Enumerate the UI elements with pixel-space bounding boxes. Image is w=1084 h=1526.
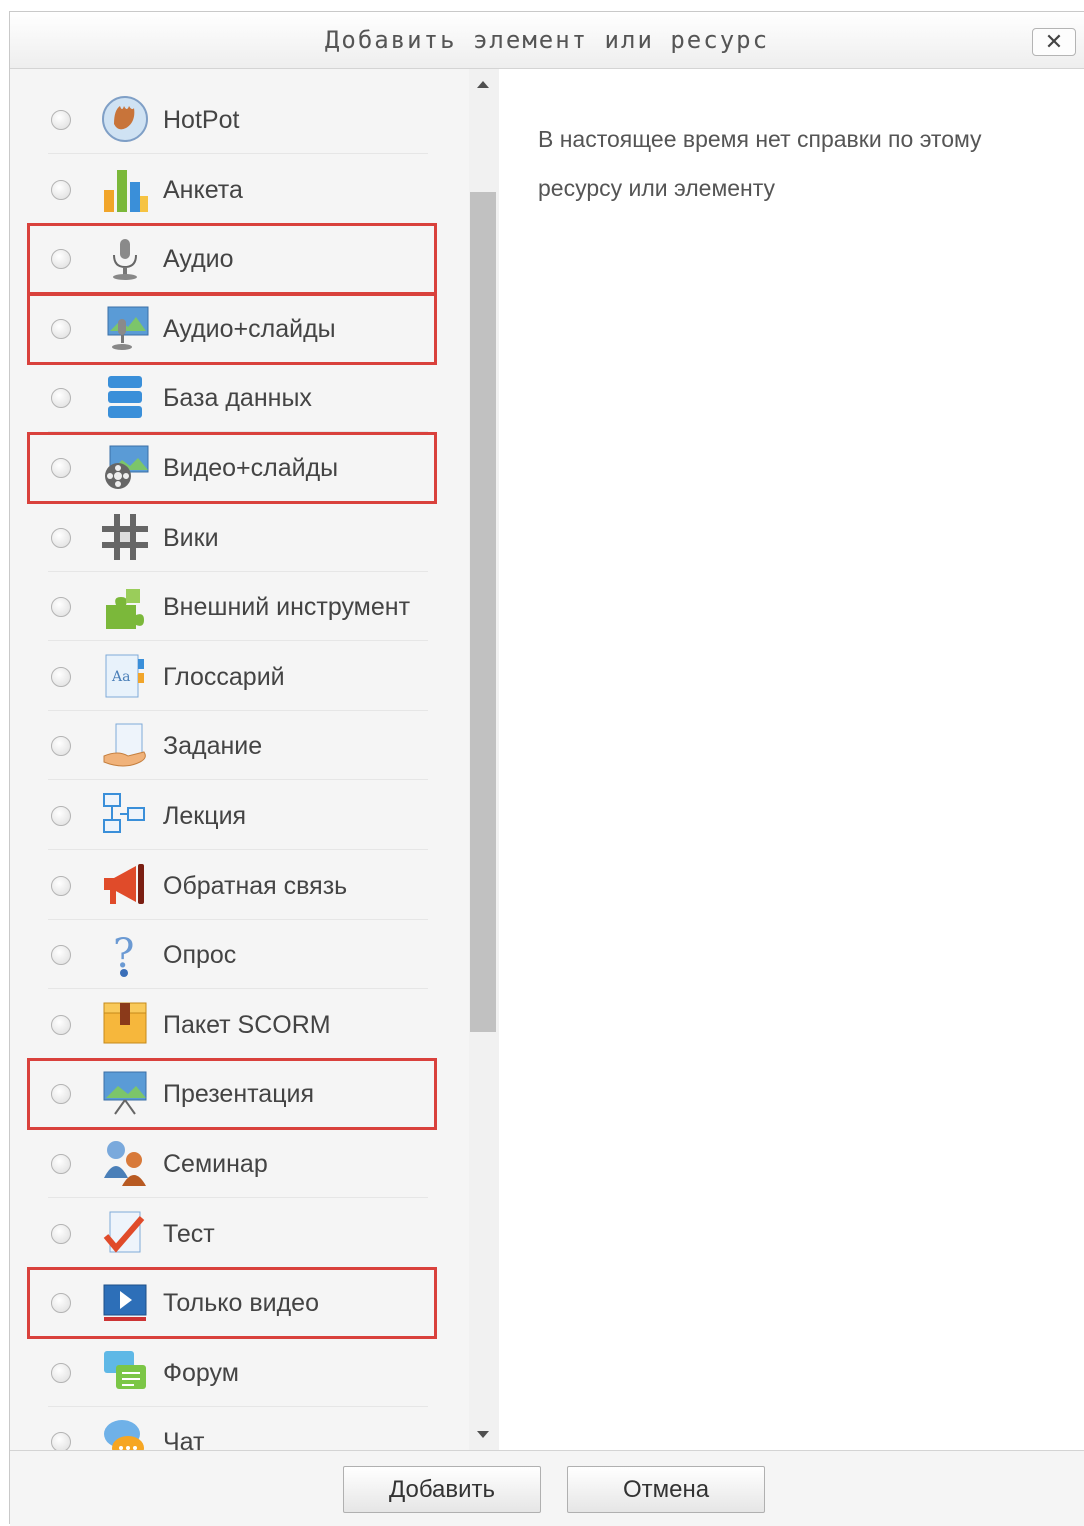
highlight-box <box>27 432 437 504</box>
radio-button[interactable] <box>51 1015 71 1035</box>
scrollbar-thumb[interactable] <box>470 192 496 1032</box>
radio-button[interactable] <box>51 388 71 408</box>
highlight-box <box>27 1267 437 1339</box>
list-item-label: Пакет SCORM <box>163 1011 331 1039</box>
highlight-box <box>27 1058 437 1130</box>
list-item-label: Обратная связь <box>163 872 348 900</box>
radio-button[interactable] <box>51 876 71 896</box>
radio-button[interactable] <box>51 736 71 756</box>
list-item-label: Анкета <box>163 176 243 204</box>
quiz-checkmark-icon <box>100 1208 150 1258</box>
list-item[interactable]: База данных <box>48 364 428 432</box>
list-item[interactable]: Внешний инструмент <box>48 573 428 641</box>
list-item-label: Глоссарий <box>163 663 285 691</box>
list-item-label: Форум <box>163 1359 239 1387</box>
help-text: В настоящее время нет справки по этому р… <box>538 126 982 201</box>
list-item[interactable]: Анкета <box>48 156 428 224</box>
radio-button[interactable] <box>51 1432 71 1450</box>
list-scrollbar[interactable] <box>469 69 499 1450</box>
help-panel: В настоящее время нет справки по этому р… <box>500 69 1084 1450</box>
divider <box>48 849 428 850</box>
list-item-label: Лекция <box>163 802 247 830</box>
radio-button[interactable] <box>51 1224 71 1244</box>
radio-button[interactable] <box>51 528 71 548</box>
wiki-hash-icon <box>100 512 150 562</box>
divider <box>48 710 428 711</box>
divider <box>48 640 428 641</box>
list-item-label: Опрос <box>163 941 237 969</box>
list-item-label: Семинар <box>163 1150 268 1178</box>
list-item[interactable]: Тест <box>48 1200 428 1268</box>
scroll-up-arrow-icon[interactable] <box>477 81 489 88</box>
divider <box>48 571 428 572</box>
puzzle-piece-icon <box>100 581 150 631</box>
cancel-button[interactable]: Отмена <box>567 1466 765 1513</box>
dialog-footer: Добавить Отмена <box>10 1450 1084 1526</box>
list-item[interactable]: Лекция <box>48 782 428 850</box>
close-icon: ✕ <box>1044 29 1064 54</box>
question-mark-icon: ? <box>100 929 150 979</box>
list-item[interactable]: Семинар <box>48 1130 428 1198</box>
divider <box>48 1197 428 1198</box>
svg-text:Aa: Aa <box>111 669 130 685</box>
radio-button[interactable] <box>51 806 71 826</box>
radio-button[interactable] <box>51 110 71 130</box>
list-item-label: Вики <box>163 524 219 552</box>
assignment-hand-icon <box>100 720 150 770</box>
list-item[interactable]: Задание <box>48 712 428 780</box>
scroll-down-arrow-icon[interactable] <box>477 1431 489 1438</box>
divider <box>48 1406 428 1407</box>
close-button[interactable]: ✕ <box>1032 28 1076 56</box>
dialog-title: Добавить элемент или ресурс <box>324 26 770 54</box>
scorm-package-icon <box>100 999 150 1049</box>
radio-button[interactable] <box>51 1154 71 1174</box>
radio-button[interactable] <box>51 667 71 687</box>
list-item[interactable]: Aa Глоссарий <box>48 643 428 711</box>
glossary-book-icon: Aa <box>100 651 150 701</box>
divider <box>48 919 428 920</box>
radio-button[interactable] <box>51 180 71 200</box>
list-item-label: Внешний инструмент <box>163 593 411 621</box>
list-item-label: HotPot <box>163 106 240 134</box>
hotpot-hand-icon <box>100 94 150 144</box>
list-item-label: База данных <box>163 384 312 412</box>
survey-bar-chart-icon <box>100 164 150 214</box>
list-item-label: Задание <box>163 732 263 760</box>
megaphone-icon <box>100 860 150 910</box>
database-icon <box>100 372 150 422</box>
add-activity-dialog: Добавить элемент или ресурс ✕ HotPot Анке… <box>9 11 1084 1526</box>
forum-bubbles-icon <box>100 1347 150 1397</box>
add-button[interactable]: Добавить <box>343 1466 541 1513</box>
radio-button[interactable] <box>51 1363 71 1383</box>
list-item[interactable]: Форум <box>48 1339 428 1407</box>
workshop-people-icon <box>100 1138 150 1188</box>
list-item[interactable]: ? Опрос <box>48 921 428 989</box>
divider <box>48 153 428 154</box>
list-item[interactable]: Обратная связь <box>48 852 428 920</box>
list-item[interactable]: Вики <box>48 504 428 572</box>
chat-bubble-icon <box>100 1416 150 1450</box>
list-item-label: Чат <box>163 1428 205 1450</box>
highlight-box <box>27 293 437 365</box>
radio-button[interactable] <box>51 597 71 617</box>
lesson-flowchart-icon <box>100 790 150 840</box>
radio-button[interactable] <box>51 945 71 965</box>
list-item-label: Тест <box>163 1220 215 1248</box>
list-item[interactable]: HotPot <box>48 86 428 154</box>
list-item[interactable]: Чат <box>48 1408 428 1450</box>
highlight-box <box>27 223 437 295</box>
list-item[interactable]: Пакет SCORM <box>48 991 428 1059</box>
dialog-titlebar: Добавить элемент или ресурс ✕ <box>10 12 1084 69</box>
divider <box>48 988 428 989</box>
divider <box>48 779 428 780</box>
activity-list: HotPot Анкета Аудио Аудио+слайды База данных… <box>10 69 499 1450</box>
